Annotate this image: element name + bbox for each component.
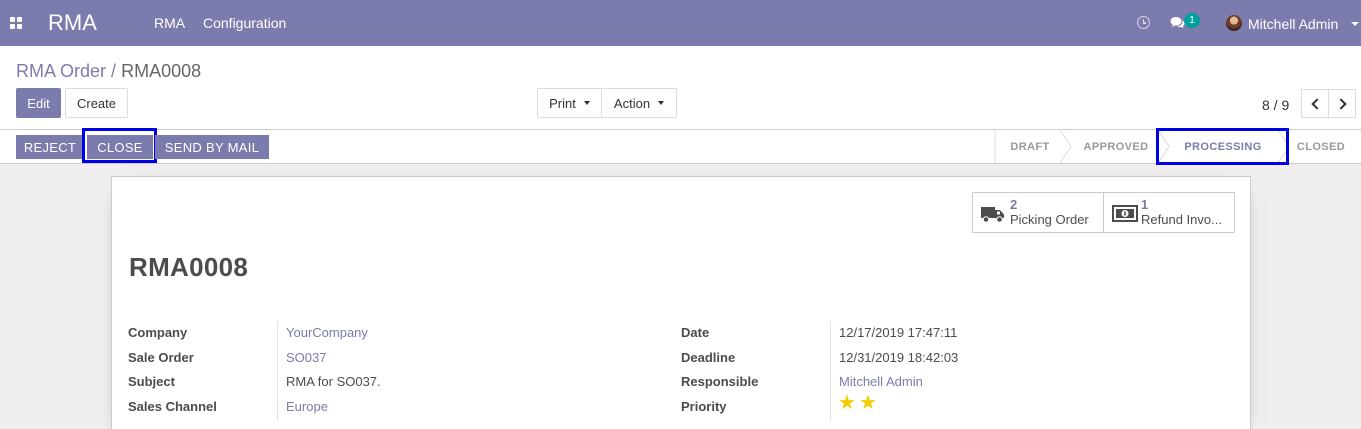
- money-icon: [1112, 205, 1138, 222]
- user-menu[interactable]: Mitchell Admin: [1248, 16, 1338, 32]
- pager-previous-button[interactable]: [1301, 89, 1329, 118]
- action-dropdown[interactable]: Action: [601, 88, 677, 118]
- action-label: Action: [613, 95, 651, 111]
- column-divider: [830, 321, 831, 421]
- pager-value[interactable]: 8 / 9: [1262, 97, 1289, 113]
- sales-channel-label: Sales Channel: [128, 399, 217, 414]
- priority-star-icon[interactable]: ★: [859, 393, 877, 413]
- breadcrumb-current: RMA0008: [121, 61, 202, 81]
- subject-value: RMA for SO037.: [286, 374, 381, 389]
- responsible-value[interactable]: Mitchell Admin: [839, 374, 923, 389]
- top-navbar: RMA RMA Configuration 1 Mitchell Admin: [0, 0, 1361, 46]
- chevron-left-icon: [1310, 97, 1323, 110]
- sale-order-label: Sale Order: [128, 350, 194, 365]
- avatar[interactable]: [1226, 15, 1242, 31]
- smart-buttons: 2 Picking Order 1 Refund Invo...: [972, 192, 1235, 233]
- send-by-mail-button[interactable]: SEND BY MAIL: [155, 135, 269, 159]
- apps-menu-icon[interactable]: [10, 17, 23, 29]
- clock-icon[interactable]: [1137, 16, 1150, 29]
- breadcrumb: RMA Order / RMA0008: [16, 61, 201, 82]
- sales-channel-value[interactable]: Europe: [286, 399, 328, 414]
- chat-icon[interactable]: [1170, 16, 1185, 30]
- deadline-value: 12/31/2019 18:42:03: [839, 350, 959, 365]
- statusbar: REJECT CLOSE SEND BY MAIL DRAFT APPROVED…: [0, 128, 1361, 165]
- picking-order-label: Picking Order: [1010, 212, 1089, 227]
- caret-down-icon: [583, 101, 590, 105]
- menu-configuration[interactable]: Configuration: [203, 15, 286, 31]
- priority-star-icon[interactable]: ★: [838, 393, 856, 413]
- stage-arrow: [1060, 130, 1072, 163]
- date-label: Date: [681, 325, 710, 340]
- pager-next-button[interactable]: [1328, 89, 1356, 118]
- deadline-label: Deadline: [681, 350, 736, 365]
- breadcrumb-parent[interactable]: RMA Order: [16, 61, 106, 81]
- responsible-label: Responsible: [681, 374, 759, 389]
- print-label: Print: [549, 95, 576, 111]
- sale-order-value[interactable]: SO037: [286, 350, 326, 365]
- priority-label: Priority: [681, 399, 727, 414]
- date-value: 12/17/2019 17:47:11: [839, 325, 958, 340]
- stage-divider: [994, 130, 996, 163]
- refund-invoice-button[interactable]: 1 Refund Invo...: [1104, 192, 1235, 233]
- app-brand[interactable]: RMA: [48, 10, 97, 36]
- reject-button[interactable]: REJECT: [16, 135, 84, 159]
- stage-closed[interactable]: CLOSED: [1290, 130, 1352, 163]
- form-sheet: 2 Picking Order 1 Refund Invo... RMA0008…: [111, 176, 1251, 429]
- highlight-processing: [1156, 128, 1289, 165]
- highlight-close: [82, 128, 157, 163]
- company-label: Company: [128, 325, 188, 340]
- company-value[interactable]: YourCompany: [286, 325, 368, 340]
- refund-invoice-label: Refund Invo...: [1141, 212, 1222, 227]
- truck-icon: [981, 207, 1004, 223]
- breadcrumb-separator: /: [111, 61, 117, 81]
- picking-order-button[interactable]: 2 Picking Order: [972, 192, 1104, 233]
- menu-rma[interactable]: RMA: [154, 15, 185, 31]
- stage-approved[interactable]: APPROVED: [1070, 130, 1162, 163]
- refund-invoice-count: 1: [1141, 197, 1149, 212]
- edit-button[interactable]: Edit: [16, 88, 61, 118]
- stage-draft[interactable]: DRAFT: [996, 130, 1064, 163]
- create-button[interactable]: Create: [65, 88, 128, 118]
- control-panel: RMA Order / RMA0008 Edit Create Print Ac…: [0, 46, 1361, 130]
- picking-order-count: 2: [1010, 197, 1018, 212]
- record-title: RMA0008: [129, 252, 249, 282]
- print-dropdown[interactable]: Print: [537, 88, 602, 118]
- chat-badge: 1: [1184, 13, 1200, 28]
- chevron-down-icon[interactable]: [1351, 22, 1359, 26]
- subject-label: Subject: [128, 374, 175, 389]
- caret-down-icon: [658, 101, 665, 105]
- chevron-right-icon: [1334, 97, 1347, 110]
- column-divider: [277, 321, 278, 421]
